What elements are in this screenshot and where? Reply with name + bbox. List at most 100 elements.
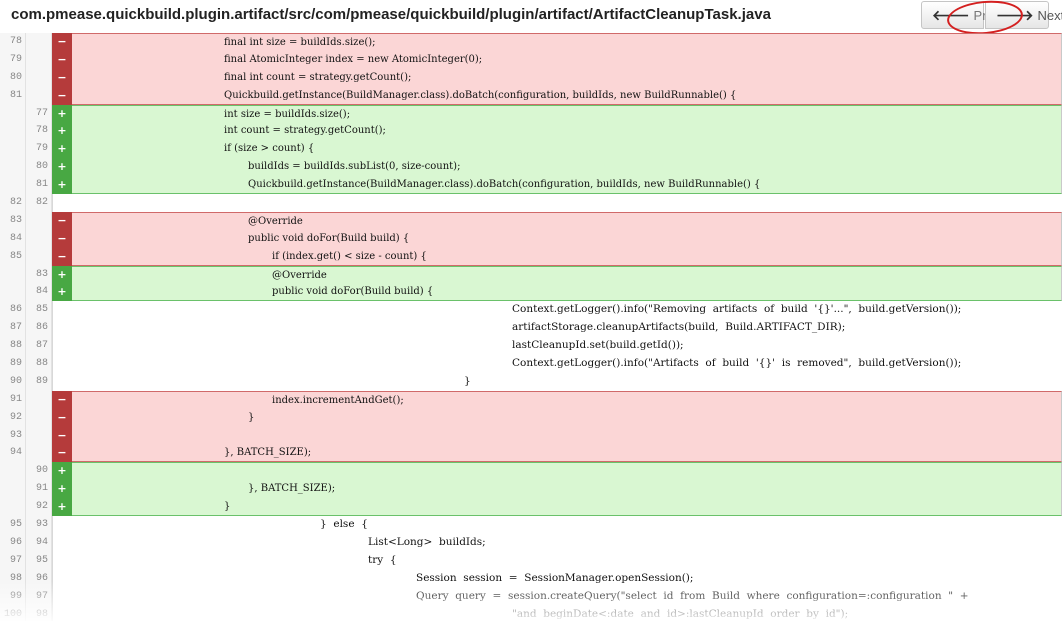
new-line-number (26, 426, 52, 445)
plus-icon: + (52, 104, 72, 123)
code-text: if (index.get() < size - count) { (72, 247, 1062, 266)
plus-icon: + (52, 462, 72, 481)
diff-line-ctx: 86 85 Context.getLogger().info("Removing a… (0, 301, 1062, 320)
minus-icon: − (52, 444, 72, 463)
diff-line-add: 84 + public void doFor(Build build) { (0, 283, 1062, 302)
new-line-number: 82 (26, 194, 52, 212)
plus-icon: + (52, 498, 72, 517)
old-line-number: 87 (0, 319, 26, 338)
code-text: int count = strategy.getCount(); (72, 122, 1062, 141)
old-line-number: 88 (0, 337, 26, 356)
old-line-number: 94 (0, 444, 26, 463)
old-line-number (0, 176, 26, 195)
new-line-number (26, 50, 52, 69)
new-line-number: 77 (26, 104, 52, 123)
diff-line-add: 92 +} (0, 498, 1062, 517)
new-line-number: 86 (26, 319, 52, 338)
next-label: Next (1037, 7, 1062, 23)
diff-line-ctx: 96 94 List<Long> buildIds; (0, 533, 1062, 552)
diff-line-ctx: 97 95 try { (0, 551, 1062, 570)
diff-line-ctx: 90 89} (0, 372, 1062, 391)
new-line-number (26, 86, 52, 105)
code-text: Context.getLogger().info("Artifacts of b… (512, 357, 962, 370)
diff-line-ctx: 82 82 (0, 194, 1062, 212)
diff-line-del: 80 − final int count = strategy.getCount()… (0, 68, 1062, 87)
code-text: @Override (72, 265, 1062, 284)
plus-icon: + (52, 158, 72, 177)
prev-button[interactable]: 🡐 Prev (921, 1, 1000, 29)
code-text: Context.getLogger().info("Removing artif… (512, 303, 962, 316)
diff-line-del: 93 − (0, 426, 1062, 445)
new-line-number: 87 (26, 337, 52, 356)
code-text: List<Long> buildIds; (368, 535, 486, 548)
file-path: com.pmease.quickbuild.plugin.artifact/sr… (11, 6, 771, 23)
code-text: Quickbuild.getInstance(BuildManager.clas… (72, 176, 1062, 195)
line-marker (52, 569, 72, 588)
new-line-number: 90 (26, 462, 52, 481)
new-line-number (26, 408, 52, 427)
code-text: Query query = session.createQuery("selec… (416, 589, 969, 602)
line-marker (52, 533, 72, 552)
old-line-number: 80 (0, 68, 26, 87)
code-text (72, 426, 1062, 445)
old-line-number (0, 104, 26, 123)
line-marker (52, 194, 72, 212)
diff-view[interactable]: 78− final int size = buildIds.size(); 79− f… (0, 33, 1062, 621)
new-line-number (26, 68, 52, 87)
code-text (72, 462, 1062, 481)
code-text: artifactStorage.cleanupArtifacts(build, … (512, 321, 846, 334)
diff-line-del: 84 − public void doFor(Build build) { (0, 229, 1062, 248)
old-line-number (0, 140, 26, 159)
new-line-number: 95 (26, 551, 52, 570)
diff-line-add: 78 + int count = strategy.getCount(); (0, 122, 1062, 141)
diff-line-del: 83 − @Override (0, 211, 1062, 230)
diff-line-ctx: 88 87 lastCleanupId.set(build.getId()); (0, 337, 1062, 356)
old-line-number (0, 283, 26, 302)
diff-line-add: 91 +}, BATCH_SIZE); (0, 480, 1062, 499)
new-line-number: 88 (26, 355, 52, 373)
minus-icon: − (52, 68, 72, 87)
old-line-number: 89 (0, 355, 26, 373)
code-text: final int count = strategy.getCount(); (72, 68, 1062, 87)
old-line-number: 95 (0, 516, 26, 534)
code-text: } (72, 498, 1062, 517)
code-text: @Override (72, 211, 1062, 230)
code-text: public void doFor(Build build) { (72, 229, 1062, 248)
old-line-number: 91 (0, 390, 26, 409)
diff-line-del: 85 − if (index.get() < size - count) { (0, 247, 1062, 266)
diff-line-del: 91 − index.incrementAndGet(); (0, 390, 1062, 409)
line-marker (52, 605, 72, 621)
plus-icon: + (52, 140, 72, 159)
code-text: }, BATCH_SIZE); (72, 480, 1062, 499)
code-text: Quickbuild.getInstance(BuildManager.clas… (72, 86, 1062, 105)
minus-icon: − (52, 33, 72, 51)
diff-line-del: 94 −}, BATCH_SIZE); (0, 444, 1062, 463)
file-header: com.pmease.quickbuild.plugin.artifact/sr… (0, 0, 1062, 38)
code-text: } (72, 408, 1062, 427)
new-line-number (26, 211, 52, 230)
diff-line-add: 80 + buildIds = buildIds.subList(0, size-c… (0, 158, 1062, 177)
minus-icon: − (52, 390, 72, 409)
code-text: "and beginDate<:date and id>:lastCleanup… (512, 607, 849, 620)
diff-line-add: 79 + if (size > count) { (0, 140, 1062, 159)
diff-line-del: 78 − final int size = buildIds.size(); (0, 33, 1062, 51)
code-text: final int size = buildIds.size(); (72, 33, 1062, 51)
next-button[interactable]: 🡒 Next (985, 1, 1062, 29)
new-line-number: 83 (26, 265, 52, 284)
new-line-number (26, 247, 52, 266)
old-line-number (0, 462, 26, 481)
old-line-number (0, 498, 26, 517)
diff-line-add: 83 + @Override (0, 265, 1062, 284)
old-line-number (0, 158, 26, 177)
code-text: } (464, 374, 471, 387)
old-line-number: 84 (0, 229, 26, 248)
arrow-left-icon: 🡐 (932, 6, 970, 23)
new-line-number: 81 (26, 176, 52, 195)
old-line-number: 97 (0, 551, 26, 570)
old-line-number: 79 (0, 50, 26, 69)
minus-icon: − (52, 211, 72, 230)
diff-line-ctx: 89 88 Context.getLogger().info("Artifacts … (0, 355, 1062, 373)
minus-icon: − (52, 426, 72, 445)
new-line-number: 79 (26, 140, 52, 159)
old-line-number: 82 (0, 194, 26, 212)
